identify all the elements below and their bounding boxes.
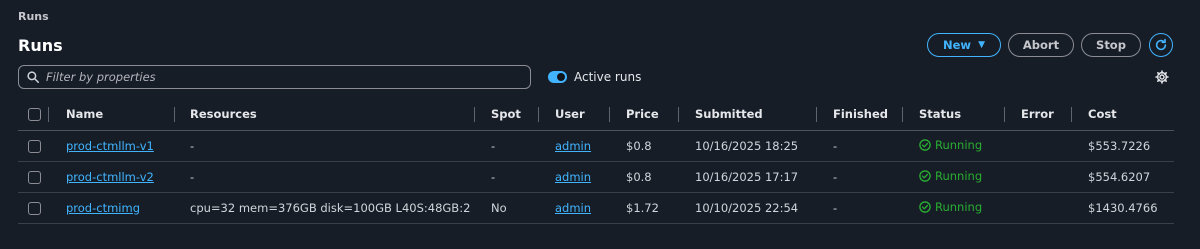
toggle-switch[interactable]	[548, 71, 567, 83]
spot-cell: -	[474, 130, 538, 162]
spot-cell: No	[474, 192, 538, 224]
column-header-name[interactable]: Name	[48, 98, 174, 131]
refresh-icon	[1155, 38, 1167, 51]
table-header-row: Name Resources Spot User Price Submitted…	[18, 98, 1174, 131]
status-badge: Running	[919, 200, 982, 214]
cost-cell: $1430.4766	[1071, 192, 1174, 224]
error-cell	[1004, 161, 1071, 193]
column-header-submitted[interactable]: Submitted	[678, 98, 816, 131]
table-row[interactable]: prod-ctmllm-v1- - admin $0.8 10/16/2025 18:2…	[18, 130, 1174, 162]
column-header-spot[interactable]: Spot	[474, 98, 538, 131]
error-cell	[1004, 192, 1071, 224]
check-circle-icon	[919, 169, 931, 182]
search-box[interactable]	[18, 65, 531, 89]
status-text: Running	[935, 199, 983, 214]
caret-down-icon: ▼	[978, 40, 985, 50]
spot-cell: -	[474, 161, 538, 193]
page-title: Runs	[18, 36, 63, 55]
name-cell: prod-ctmllm-v1	[48, 130, 174, 162]
user-cell: admin	[538, 192, 609, 224]
row-checkbox[interactable]	[28, 139, 41, 153]
runs-table: Name Resources Spot User Price Submitted…	[18, 98, 1174, 224]
refresh-button[interactable]	[1149, 33, 1173, 57]
submitted-cell: 10/16/2025 17:17	[678, 161, 816, 193]
submitted-cell: 10/10/2025 22:54	[678, 192, 816, 224]
row-select-cell	[18, 161, 48, 193]
name-cell: prod-ctmllm-v2	[48, 161, 174, 193]
row-checkbox[interactable]	[28, 201, 41, 215]
user-cell: admin	[538, 161, 609, 193]
price-cell: $0.8	[609, 130, 678, 162]
finished-cell: -	[816, 130, 902, 162]
select-all-checkbox[interactable]	[28, 107, 41, 121]
column-header-status[interactable]: Status	[902, 98, 1004, 131]
status-cell: Running	[902, 192, 1004, 224]
search-icon	[27, 71, 39, 83]
active-runs-toggle[interactable]: Active runs	[548, 70, 641, 84]
user-cell: admin	[538, 130, 609, 162]
stop-button[interactable]: Stop	[1081, 33, 1141, 57]
name-cell: prod-ctmimg	[48, 192, 174, 224]
finished-cell: -	[816, 192, 902, 224]
breadcrumb[interactable]: Runs	[18, 10, 49, 23]
run-name-link[interactable]: prod-ctmllm-v2	[66, 170, 154, 184]
column-header-price[interactable]: Price	[609, 98, 678, 131]
resources-cell: -	[174, 161, 474, 193]
status-badge: Running	[919, 169, 982, 183]
price-cell: $1.72	[609, 192, 678, 224]
row-select-cell	[18, 192, 48, 224]
check-circle-icon	[919, 138, 931, 151]
run-name-link[interactable]: prod-ctmimg	[66, 201, 140, 215]
column-header-resources[interactable]: Resources	[174, 98, 474, 131]
row-select-cell	[18, 130, 48, 162]
toggle-label: Active runs	[574, 70, 642, 84]
abort-button[interactable]: Abort	[1008, 33, 1074, 57]
row-checkbox[interactable]	[28, 170, 41, 184]
user-link[interactable]: admin	[555, 139, 591, 153]
user-link[interactable]: admin	[555, 201, 591, 215]
run-name-link[interactable]: prod-ctmllm-v1	[66, 139, 154, 153]
column-header-finished[interactable]: Finished	[816, 98, 902, 131]
price-cell: $0.8	[609, 161, 678, 193]
status-text: Running	[935, 168, 983, 183]
status-text: Running	[935, 137, 983, 152]
search-input[interactable]	[46, 70, 506, 84]
column-header-error[interactable]: Error	[1004, 98, 1071, 131]
select-all-cell	[18, 98, 48, 131]
column-header-user[interactable]: User	[538, 98, 609, 131]
gear-icon[interactable]	[1155, 70, 1169, 84]
check-circle-icon	[919, 200, 931, 213]
new-button[interactable]: New ▼	[927, 33, 1001, 57]
status-badge: Running	[919, 138, 982, 152]
finished-cell: -	[816, 161, 902, 193]
cost-cell: $553.7226	[1071, 130, 1174, 162]
submitted-cell: 10/16/2025 18:25	[678, 130, 816, 162]
user-link[interactable]: admin	[555, 170, 591, 184]
table-row[interactable]: prod-ctmllm-v2- - admin $0.8 10/16/2025 17:1…	[18, 161, 1174, 193]
status-cell: Running	[902, 130, 1004, 162]
error-cell	[1004, 130, 1071, 162]
new-button-label: New	[943, 38, 972, 52]
column-header-cost[interactable]: Cost	[1071, 98, 1174, 131]
resources-cell: -	[174, 130, 474, 162]
status-cell: Running	[902, 161, 1004, 193]
resources-cell: cpu=32 mem=376GB disk=100GB L40S:48GB:2	[174, 192, 474, 224]
table-row[interactable]: prod-ctmimg cpu=32 mem=376GB disk=100GB L…	[18, 192, 1174, 224]
cost-cell: $554.6207	[1071, 161, 1174, 193]
